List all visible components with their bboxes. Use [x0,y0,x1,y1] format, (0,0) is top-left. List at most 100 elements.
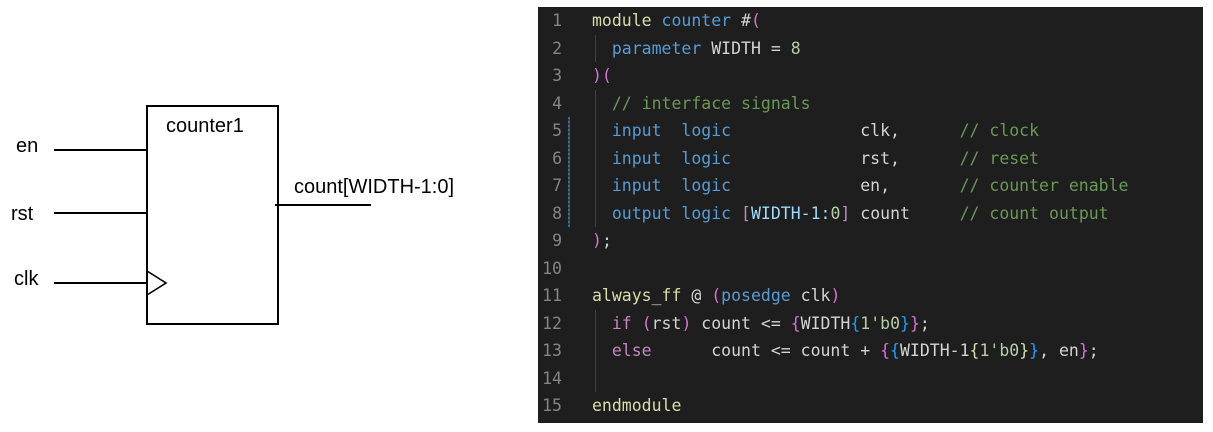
code-token: ) [681,313,692,333]
code-token: count <= [691,313,791,333]
code-line: 11 always_ff @ (posedge clk) [538,282,1203,309]
line-number: 13 [542,341,562,360]
code-token: ; [1088,341,1099,360]
code-text: if (rst) count <= {WIDTH{1'b0}}; [592,310,930,337]
counter-block-diagram: counter1 en rst clk count[WIDTH-1:0] [0,0,520,432]
code-token: } [1078,341,1089,360]
code-token: WIDTH [800,313,851,333]
code-token: { [969,341,980,360]
code-token: input [611,176,662,195]
code-token: { [880,341,891,360]
line-number: 6 [552,148,562,168]
code-token: // reset [959,148,1040,168]
code-token: ( [711,286,722,305]
code-token: clk [790,286,831,305]
indent-guide [595,309,596,392]
input-wire-clk [54,282,148,284]
code-editor[interactable]: 1 module counter #(2 parameter WIDTH = 83… [538,7,1203,423]
code-token: input [611,148,662,168]
code-token: logic [681,203,732,223]
indent-guide [595,34,596,62]
code-token: // interface signals [611,93,811,113]
code-line: 12 if (rst) count <= {WIDTH{1'b0}}; [538,310,1203,337]
code-token: [ [741,203,751,223]
code-token: posedge [721,286,791,305]
code-token: , en [1039,341,1079,360]
code-token: module [592,11,652,30]
code-line: 2 parameter WIDTH = 8 [538,35,1203,62]
line-number: 12 [542,313,562,333]
line-number: 7 [552,176,562,195]
code-line: 10 [538,255,1203,282]
line-number: 15 [542,396,562,415]
code-token: { [850,313,861,333]
code-token: always_ff [592,286,682,305]
code-token: 1'b0 [860,313,901,333]
code-text: input logic en, // counter enable [592,172,1129,199]
input-wire-rst [54,212,148,214]
line-number: 8 [552,203,562,223]
code-token: logic [681,176,732,195]
code-token: ( [641,313,652,333]
output-label-count: count[WIDTH-1:0] [294,176,455,198]
line-number: 2 [552,38,562,58]
input-wire-en [54,149,148,151]
code-token: WIDTH = [701,38,791,58]
code-token: 1'b0 [979,341,1020,360]
output-wire-count [275,204,371,206]
code-token: } [900,313,910,333]
clock-edge-icon [146,270,168,296]
code-token: ) [592,231,602,250]
input-label-clk: clk [14,268,39,290]
line-number: 11 [542,286,562,305]
code-token: )( [592,66,612,85]
code-token: en, [731,176,960,195]
code-line: 8 output logic [WIDTH-1:0] count // coun… [538,200,1203,227]
input-label-rst: rst [11,203,34,225]
code-token: } [1029,341,1040,360]
indent-guide [568,117,570,227]
code-token: 0 [830,203,841,223]
code-token: input [611,121,662,140]
code-token: 8 [790,38,801,58]
code-text: input logic rst, // reset [592,145,1039,172]
indent-guide [595,89,596,227]
code-text: parameter WIDTH = 8 [592,35,801,62]
code-text: output logic [WIDTH-1:0] count // count … [592,200,1109,227]
code-text: input logic clk, // clock [592,117,1039,144]
code-text: module counter #( [592,7,761,34]
code-token: logic [681,148,732,168]
code-token: rst, [731,148,960,168]
code-token: if [611,313,632,333]
code-token: // counter enable [959,176,1129,195]
code-token: } [1019,341,1030,360]
code-token: ; [601,231,612,250]
code-line: 14 [538,365,1203,392]
code-line: 15 endmodule [538,392,1203,419]
line-number: 14 [542,368,562,388]
code-token: count [850,203,960,223]
line-number: 5 [552,121,562,140]
code-token: ] [840,203,851,223]
code-token: { [890,341,900,360]
code-text: endmodule [592,392,681,419]
code-token: # [731,11,751,30]
code-line: 5 input logic clk, // clock [538,117,1203,144]
code-text: else count <= count + {{WIDTH-1{1'b0}}, … [592,337,1099,364]
code-line: 13 else count <= count + {{WIDTH-1{1'b0}… [538,337,1203,364]
code-token: rst [651,313,682,333]
code-token: WIDTH-1 [899,341,970,360]
line-number: 10 [542,258,562,278]
code-token: WIDTH-1: [750,203,831,223]
code-token: { [790,313,801,333]
code-token: ( [750,11,761,30]
code-line: 6 input logic rst, // reset [538,145,1203,172]
code-token: output [611,203,672,223]
line-number: 3 [552,66,562,85]
